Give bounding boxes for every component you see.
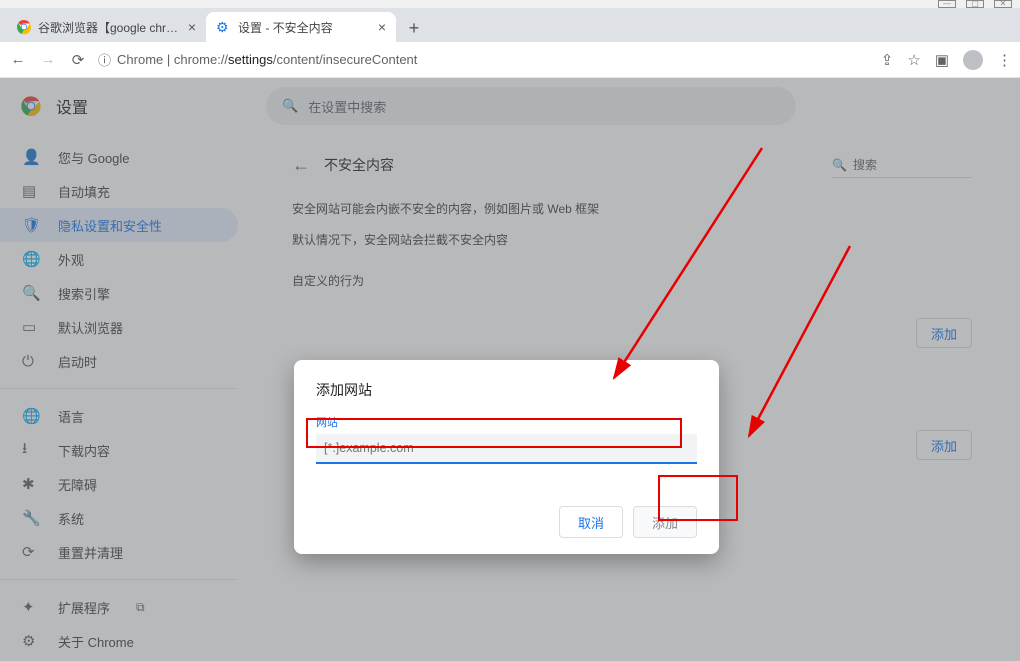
site-info-icon[interactable]: ⓘ xyxy=(98,50,111,69)
address-bar[interactable]: ⓘ Chrome | chrome://settings/content/ins… xyxy=(98,50,871,69)
dialog-field-label: 网站 xyxy=(316,414,697,430)
window-minimize-button[interactable]: — xyxy=(938,0,956,8)
add-button[interactable]: 添加 xyxy=(633,506,697,538)
share-icon[interactable]: ⇪ xyxy=(881,51,894,69)
reload-button[interactable]: ⟳ xyxy=(68,51,88,69)
back-button[interactable]: ← xyxy=(8,51,28,68)
gear-icon: ⚙ xyxy=(216,19,232,35)
chrome-icon xyxy=(16,19,32,35)
toolbar-actions: ⇪ ☆ ▣ ⋮ xyxy=(881,50,1012,70)
site-url-input[interactable] xyxy=(316,434,697,464)
window-close-button[interactable]: ✕ xyxy=(994,0,1012,8)
add-site-dialog: 添加网站 网站 取消 添加 xyxy=(294,360,719,554)
forward-button[interactable]: → xyxy=(38,51,58,68)
window-titlebar: — ▢ ✕ xyxy=(0,0,1020,8)
url-text: Chrome | chrome://settings/content/insec… xyxy=(117,52,417,67)
close-icon[interactable]: × xyxy=(188,19,196,35)
tab-title: 设置 - 不安全内容 xyxy=(238,19,372,36)
bookmark-star-icon[interactable]: ☆ xyxy=(907,51,920,69)
profile-avatar[interactable] xyxy=(963,50,983,70)
browser-tab[interactable]: 谷歌浏览器【google chrome】 × xyxy=(6,12,206,42)
extensions-icon[interactable]: ▣ xyxy=(935,51,949,69)
cancel-button[interactable]: 取消 xyxy=(559,506,623,538)
browser-toolbar: ← → ⟳ ⓘ Chrome | chrome://settings/conte… xyxy=(0,42,1020,78)
browser-tab[interactable]: ⚙ 设置 - 不安全内容 × xyxy=(206,12,396,42)
tab-strip: 谷歌浏览器【google chrome】 × ⚙ 设置 - 不安全内容 × + xyxy=(0,8,1020,42)
close-icon[interactable]: × xyxy=(378,19,386,35)
tab-title: 谷歌浏览器【google chrome】 xyxy=(38,19,182,36)
new-tab-button[interactable]: + xyxy=(400,14,428,42)
dialog-title: 添加网站 xyxy=(316,380,697,400)
menu-icon[interactable]: ⋮ xyxy=(997,51,1012,69)
window-maximize-button[interactable]: ▢ xyxy=(966,0,984,8)
